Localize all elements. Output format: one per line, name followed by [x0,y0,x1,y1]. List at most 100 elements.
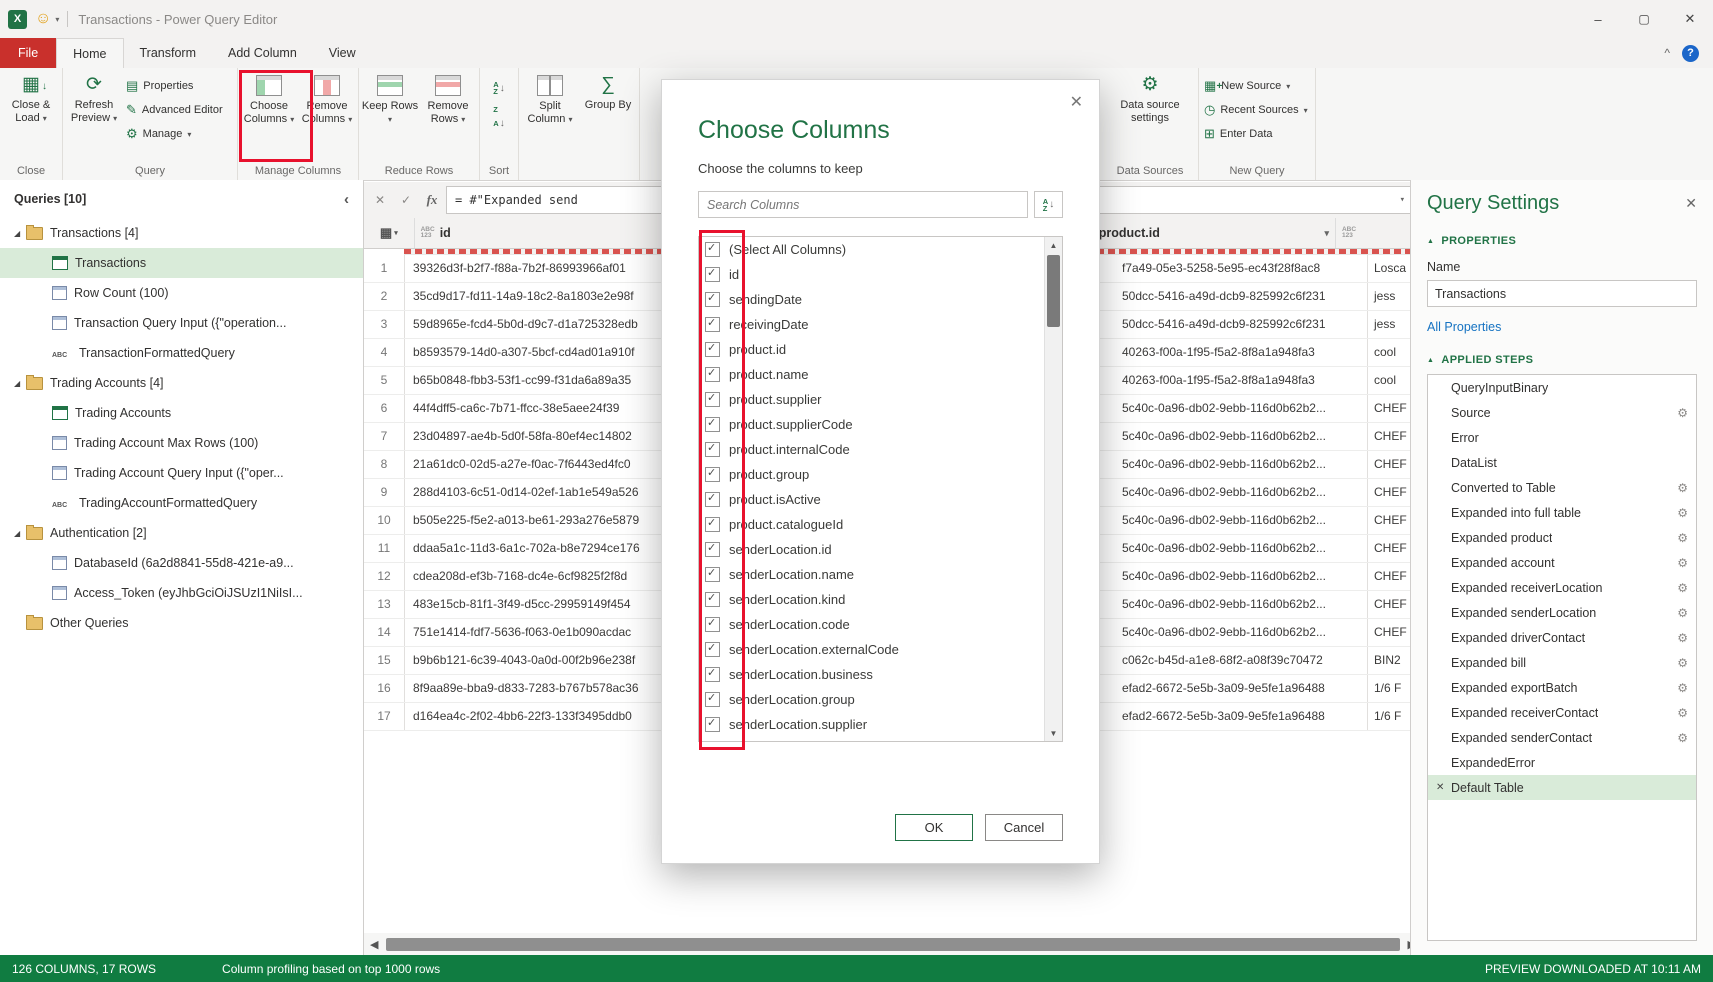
chevron-down-icon[interactable] [55,15,59,24]
step-settings-gear-icon[interactable] [1677,531,1688,545]
checkbox-checked-icon[interactable] [705,542,720,557]
table-menu-button[interactable] [364,218,415,248]
tab-home[interactable]: Home [56,38,123,68]
cell-product-id[interactable]: 5c40c-0a96-db02-9ebb-116d0b62b2... [1116,591,1367,618]
cell-product-name[interactable]: CHEF [1367,451,1410,478]
enter-data-button[interactable]: Enter Data [1201,122,1313,146]
applied-step[interactable]: Expanded into full table [1428,500,1696,525]
cell-product-name[interactable]: cool [1367,339,1410,366]
applied-step[interactable]: ExpandedError [1428,750,1696,775]
checkbox-checked-icon[interactable] [705,717,720,732]
tree-expand-icon[interactable] [14,379,26,388]
recent-sources-button[interactable]: Recent Sources [1201,98,1313,122]
step-settings-gear-icon[interactable] [1677,556,1688,570]
applied-step[interactable]: Expanded receiverLocation [1428,575,1696,600]
checkbox-checked-icon[interactable] [705,267,720,282]
minimize-button[interactable] [1575,0,1621,38]
sort-ascending-button[interactable] [485,76,513,100]
new-source-button[interactable]: New Source [1201,74,1313,98]
cell-product-name[interactable]: CHEF [1367,507,1410,534]
cell-id[interactable]: 288d4103-6c51-0d14-02ef-1ab1e549a526 [405,479,683,506]
cell-product-name[interactable]: jess [1367,283,1410,310]
applied-step[interactable]: Expanded receiverContact [1428,700,1696,725]
column-option[interactable]: senderLocation.business [699,662,1045,687]
cell-product-id[interactable]: c062c-b45d-a1e8-68f2-a08f39c70472 [1116,647,1367,674]
applied-step[interactable]: DataList [1428,450,1696,475]
column-type-icon[interactable] [421,227,435,240]
maximize-button[interactable] [1621,0,1667,38]
cell-product-id[interactable]: efad2-6672-5e5b-3a09-9e5fe1a96488 [1116,675,1367,702]
step-settings-gear-icon[interactable] [1677,656,1688,670]
close-and-load-button[interactable]: Close & Load [2,70,60,125]
checkbox-checked-icon[interactable] [705,442,720,457]
column-option[interactable]: product.group [699,462,1045,487]
column-option[interactable]: sendingDate [699,287,1045,312]
column-option[interactable]: product.internalCode [699,437,1045,462]
step-settings-gear-icon[interactable] [1677,681,1688,695]
column-option[interactable]: receivingDate [699,312,1045,337]
cell-id[interactable]: b65b0848-fbb3-53f1-cc99-f31da6a89a35 [405,367,683,394]
manage-button[interactable]: Manage [123,122,235,146]
cell-product-name[interactable]: BIN2 [1367,647,1410,674]
applied-step[interactable]: Expanded senderContact [1428,725,1696,750]
choose-columns-button[interactable]: Choose Columns [240,70,298,126]
close-button[interactable] [1667,0,1713,38]
collapse-ribbon-icon[interactable] [1664,46,1670,60]
cell-id[interactable]: cdea208d-ef3b-7168-dc4e-6cf9825f2f8d [405,563,683,590]
ok-button[interactable]: OK [895,814,973,841]
column-option[interactable]: senderLocation.name [699,562,1045,587]
cell-id[interactable]: 23d04897-ae4b-5d0f-58fa-80ef4ec14802 [405,423,683,450]
applied-step[interactable]: Source [1428,400,1696,425]
collapse-pane-icon[interactable] [344,191,349,208]
checkbox-checked-icon[interactable] [705,242,720,257]
column-option[interactable]: product.supplier [699,387,1045,412]
step-settings-gear-icon[interactable] [1677,406,1688,420]
cell-product-id[interactable]: 40263-f00a-1f95-f5a2-8f8a1a948fa3 [1116,367,1367,394]
query-item[interactable]: Trading Account Query Input ({"oper... [0,458,363,488]
tab-add-column[interactable]: Add Column [212,38,313,68]
checkbox-checked-icon[interactable] [705,392,720,407]
row-number[interactable]: 13 [364,591,405,618]
column-option[interactable]: senderLocation.externalCode [699,637,1045,662]
applied-step[interactable]: Expanded senderLocation [1428,600,1696,625]
column-option[interactable]: senderLocation.code [699,612,1045,637]
query-item[interactable]: Trading Accounts [4] [0,368,363,398]
filter-dropdown-icon[interactable] [1324,228,1329,239]
column-option[interactable]: id [699,262,1045,287]
column-option[interactable]: (Select All Columns) [699,237,1045,262]
query-item[interactable]: Trading Account Max Rows (100) [0,428,363,458]
cell-product-id[interactable]: 40263-f00a-1f95-f5a2-8f8a1a948fa3 [1116,339,1367,366]
cell-product-id[interactable]: 50dcc-5416-a49d-dcb9-825992c6f231 [1116,311,1367,338]
step-settings-gear-icon[interactable] [1677,481,1688,495]
cell-product-id[interactable]: 5c40c-0a96-db02-9ebb-116d0b62b2... [1116,479,1367,506]
row-number[interactable]: 9 [364,479,405,506]
cell-id[interactable]: 59d8965e-fcd4-5b0d-d9c7-d1a725328edb [405,311,683,338]
scroll-down-icon[interactable] [1045,725,1062,741]
remove-rows-button[interactable]: Remove Rows [419,70,477,126]
cell-product-name[interactable]: 1/6 F [1367,703,1410,730]
cell-id[interactable]: ddaa5a1c-11d3-6a1c-702a-b8e7294ce176 [405,535,683,562]
row-number[interactable]: 8 [364,451,405,478]
cell-id[interactable]: 483e15cb-81f1-3f49-d5cc-29959149f454 [405,591,683,618]
column-option[interactable]: senderLocation.kind [699,587,1045,612]
checkbox-checked-icon[interactable] [705,292,720,307]
row-number[interactable]: 4 [364,339,405,366]
properties-button[interactable]: Properties [123,74,235,98]
row-number[interactable]: 7 [364,423,405,450]
checkbox-checked-icon[interactable] [705,667,720,682]
step-settings-gear-icon[interactable] [1677,581,1688,595]
all-properties-link[interactable]: All Properties [1427,320,1697,334]
column-option[interactable]: product.name [699,362,1045,387]
query-item[interactable]: TradingAccountFormattedQuery [0,488,363,518]
tab-view[interactable]: View [313,38,372,68]
feedback-smiley-icon[interactable] [35,10,51,28]
cell-id[interactable]: 21a61dc0-02d5-a27e-f0ac-7f6443ed4fc0 [405,451,683,478]
cell-product-name[interactable]: 1/6 F [1367,675,1410,702]
formula-accept-icon[interactable]: ✓ [394,188,418,212]
applied-step[interactable]: Default Table [1428,775,1696,800]
cell-product-name[interactable]: CHEF [1367,619,1410,646]
sort-descending-button[interactable] [485,103,513,127]
checkbox-checked-icon[interactable] [705,367,720,382]
step-settings-gear-icon[interactable] [1677,631,1688,645]
checkbox-checked-icon[interactable] [705,642,720,657]
